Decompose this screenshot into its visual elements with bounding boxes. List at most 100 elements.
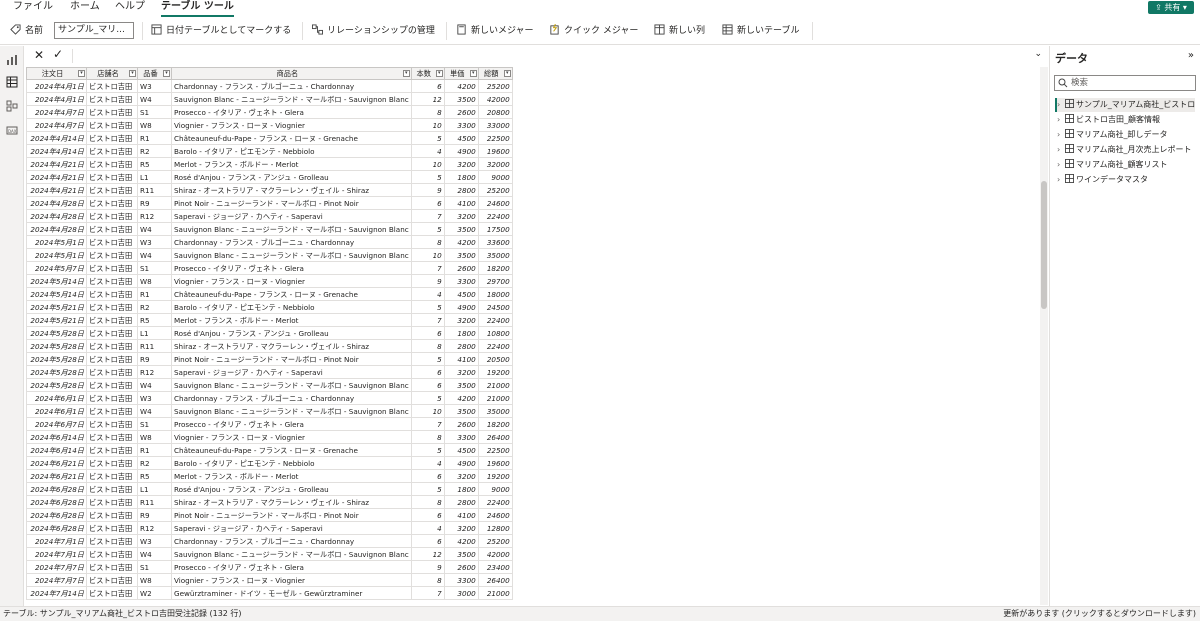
table-cell[interactable]: 2800 xyxy=(443,495,479,509)
table-cell[interactable]: 8 xyxy=(410,339,445,353)
table-cell[interactable]: Prosecco - イタリア - ヴェネト - Glera xyxy=(171,560,412,574)
table-cell[interactable]: 6 xyxy=(410,508,445,522)
table-cell[interactable]: 6 xyxy=(410,326,445,340)
table-cell[interactable]: 2800 xyxy=(443,183,479,197)
table-cell[interactable]: R9 xyxy=(137,352,172,366)
table-cell[interactable]: 4 xyxy=(410,287,445,301)
table-cell[interactable]: R5 xyxy=(137,157,172,171)
table-cell[interactable]: 9 xyxy=(410,274,445,288)
filter-dropdown-icon[interactable]: ▾ xyxy=(435,70,443,77)
table-cell[interactable]: 18000 xyxy=(477,287,513,301)
column-header[interactable]: 品番 ▾ xyxy=(137,67,172,80)
table-cell[interactable]: 10800 xyxy=(477,326,513,340)
table-cell[interactable]: 2024年5月28日 xyxy=(26,326,87,340)
table-cell[interactable]: ビストロ吉田 xyxy=(86,248,138,262)
table-cell[interactable]: 3500 xyxy=(443,378,479,392)
table-cell[interactable]: L1 xyxy=(137,170,172,184)
table-cell[interactable]: 2024年5月21日 xyxy=(26,313,87,327)
table-cell[interactable]: 3500 xyxy=(443,222,479,236)
table-cell[interactable]: Rosé d'Anjou - フランス - アンジュ - Grolleau xyxy=(171,326,412,340)
table-cell[interactable]: 32000 xyxy=(477,157,513,171)
filter-dropdown-icon[interactable]: ▾ xyxy=(402,70,410,77)
table-row[interactable]: 2024年7月14日 ビストロ吉田 W2 Gewürztraminer - ドイツ -… xyxy=(26,586,513,600)
table-cell[interactable]: W4 xyxy=(137,222,172,236)
table-cell[interactable]: 8 xyxy=(410,495,445,509)
table-cell[interactable]: 2024年6月28日 xyxy=(26,508,87,522)
table-cell[interactable]: 2024年5月14日 xyxy=(26,274,87,288)
table-cell[interactable]: 5 xyxy=(410,131,445,145)
table-row[interactable]: 2024年6月14日 ビストロ吉田 W8 Viognier - フランス - ローヌ … xyxy=(26,430,513,444)
table-cell[interactable]: 2024年5月14日 xyxy=(26,287,87,301)
filter-dropdown-icon[interactable]: ▾ xyxy=(469,70,477,77)
table-cell[interactable]: ビストロ吉田 xyxy=(86,534,138,548)
chevron-right-icon[interactable]: › xyxy=(1057,128,1065,142)
table-cell[interactable]: ビストロ吉田 xyxy=(86,443,138,457)
table-cell[interactable]: Shiraz - オーストラリア - マクラーレン・ヴェイル - Shiraz xyxy=(171,495,412,509)
scrollbar-thumb[interactable] xyxy=(1041,181,1047,309)
table-cell[interactable]: 3000 xyxy=(443,586,479,600)
table-cell[interactable]: 25200 xyxy=(477,79,513,93)
table-cell[interactable]: ビストロ吉田 xyxy=(86,209,138,223)
table-cell[interactable]: 2024年6月21日 xyxy=(26,456,87,470)
table-cell[interactable]: 8 xyxy=(410,573,445,587)
table-cell[interactable]: R12 xyxy=(137,521,172,535)
table-cell[interactable]: W4 xyxy=(137,248,172,262)
filter-dropdown-icon[interactable]: ▾ xyxy=(78,70,85,77)
table-tree-item[interactable]: › ビストロ吉田_顧客情報 xyxy=(1057,113,1197,127)
table-cell[interactable]: W4 xyxy=(137,547,172,561)
table-row[interactable]: 2024年5月21日 ビストロ吉田 R2 Barolo - イタリア - ピエモンテ … xyxy=(26,300,513,314)
table-cell[interactable]: R12 xyxy=(137,209,172,223)
table-cell[interactable]: ビストロ吉田 xyxy=(86,144,138,158)
table-cell[interactable]: ビストロ吉田 xyxy=(86,482,138,496)
table-cell[interactable]: 4900 xyxy=(443,300,479,314)
table-cell[interactable]: L1 xyxy=(137,482,172,496)
chevron-right-icon[interactable]: › xyxy=(1057,143,1065,157)
table-row[interactable]: 2024年4月21日 ビストロ吉田 R11 Shiraz - オーストラリア - マク… xyxy=(26,183,513,197)
table-cell[interactable]: ビストロ吉田 xyxy=(86,417,138,431)
table-cell[interactable]: ビストロ吉田 xyxy=(86,430,138,444)
table-cell[interactable]: W4 xyxy=(137,92,172,106)
table-cell[interactable]: Viognier - フランス - ローヌ - Viognier xyxy=(171,430,412,444)
menu-file[interactable]: ファイル xyxy=(13,0,53,14)
column-header[interactable]: 総額 ▾ xyxy=(477,67,513,80)
table-cell[interactable]: 42000 xyxy=(477,547,513,561)
share-button[interactable]: ⇪ 共有 ▾ xyxy=(1148,1,1194,14)
table-cell[interactable]: Sauvignon Blanc - ニュージーランド - マールボロ - Sau… xyxy=(171,222,412,236)
table-cell[interactable]: W4 xyxy=(137,404,172,418)
table-cell[interactable]: 22500 xyxy=(477,443,513,457)
table-cell[interactable]: 4100 xyxy=(443,352,479,366)
table-tree-item[interactable]: › サンプル_マリアム商社_ビストロ... xyxy=(1055,98,1195,112)
table-cell[interactable]: Prosecco - イタリア - ヴェネト - Glera xyxy=(171,105,412,119)
column-header[interactable]: 店舗名 ▾ xyxy=(86,67,138,80)
vertical-scrollbar[interactable] xyxy=(1040,67,1048,605)
table-cell[interactable]: 4900 xyxy=(443,456,479,470)
table-cell[interactable]: Pinot Noir - ニュージーランド - マールボロ - Pinot No… xyxy=(171,508,412,522)
table-cell[interactable]: Prosecco - イタリア - ヴェネト - Glera xyxy=(171,417,412,431)
table-cell[interactable]: 2024年7月7日 xyxy=(26,560,87,574)
table-cell[interactable]: 26400 xyxy=(477,430,513,444)
table-cell[interactable]: 5 xyxy=(410,300,445,314)
table-row[interactable]: 2024年6月14日 ビストロ吉田 R1 Châteauneuf-du-Pape - … xyxy=(26,443,513,457)
table-cell[interactable]: ビストロ吉田 xyxy=(86,456,138,470)
table-cell[interactable]: ビストロ吉田 xyxy=(86,365,138,379)
table-cell[interactable]: 18200 xyxy=(477,261,513,275)
table-cell[interactable]: Saperavi - ジョージア - カヘティ - Saperavi xyxy=(171,209,412,223)
table-cell[interactable]: 7 xyxy=(410,586,445,600)
table-cell[interactable]: 2024年4月7日 xyxy=(26,105,87,119)
table-cell[interactable]: Pinot Noir - ニュージーランド - マールボロ - Pinot No… xyxy=(171,196,412,210)
table-cell[interactable]: R5 xyxy=(137,313,172,327)
table-cell[interactable]: W3 xyxy=(137,235,172,249)
table-cell[interactable]: 3500 xyxy=(443,404,479,418)
table-cell[interactable]: 2024年5月28日 xyxy=(26,352,87,366)
chevron-right-icon[interactable]: › xyxy=(1057,158,1065,172)
cancel-formula-icon[interactable]: ✕ xyxy=(34,48,44,62)
table-cell[interactable]: 2024年7月1日 xyxy=(26,534,87,548)
table-cell[interactable]: 2024年6月14日 xyxy=(26,443,87,457)
quick-measure-button[interactable]: クイック メジャー xyxy=(549,23,638,39)
menu-table-tools[interactable]: テーブル ツール xyxy=(161,0,234,17)
table-cell[interactable]: ビストロ吉田 xyxy=(86,339,138,353)
table-cell[interactable]: W4 xyxy=(137,378,172,392)
table-cell[interactable]: ビストロ吉田 xyxy=(86,92,138,106)
table-cell[interactable]: Saperavi - ジョージア - カヘティ - Saperavi xyxy=(171,365,412,379)
table-cell[interactable]: 22400 xyxy=(477,313,513,327)
